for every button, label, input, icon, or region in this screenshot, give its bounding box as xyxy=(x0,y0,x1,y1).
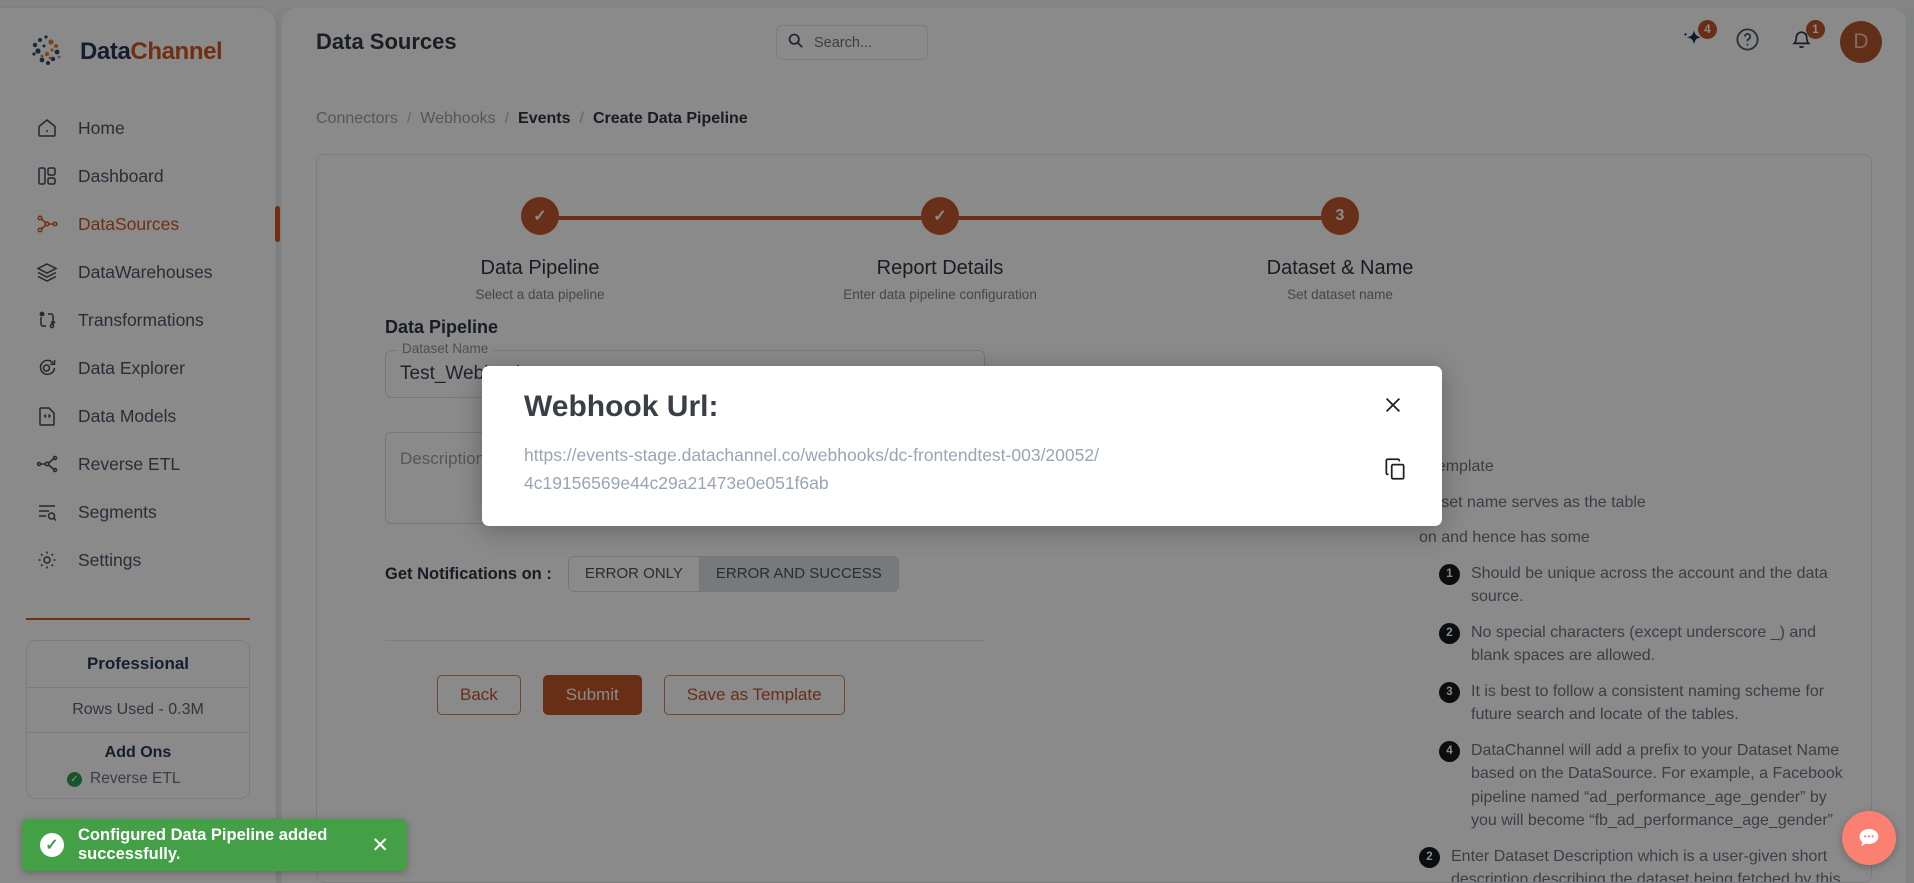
close-icon[interactable] xyxy=(1380,392,1406,418)
check-circle-icon: ✓ xyxy=(40,833,64,857)
webhook-url-modal: Webhook Url: https://events-stage.datach… xyxy=(482,366,1442,526)
app-root: DataChannel Home Dashboard DataSources D… xyxy=(0,0,1914,883)
success-toast: ✓ Configured Data Pipeline added success… xyxy=(22,819,407,871)
toast-close-icon[interactable]: ✕ xyxy=(371,835,389,856)
webhook-url-value[interactable]: https://events-stage.datachannel.co/webh… xyxy=(524,442,1104,497)
chat-bubble-icon[interactable] xyxy=(1842,811,1896,865)
modal-title: Webhook Url: xyxy=(524,390,719,423)
toast-message: Configured Data Pipeline added successfu… xyxy=(78,826,328,863)
copy-icon[interactable] xyxy=(1380,454,1410,484)
